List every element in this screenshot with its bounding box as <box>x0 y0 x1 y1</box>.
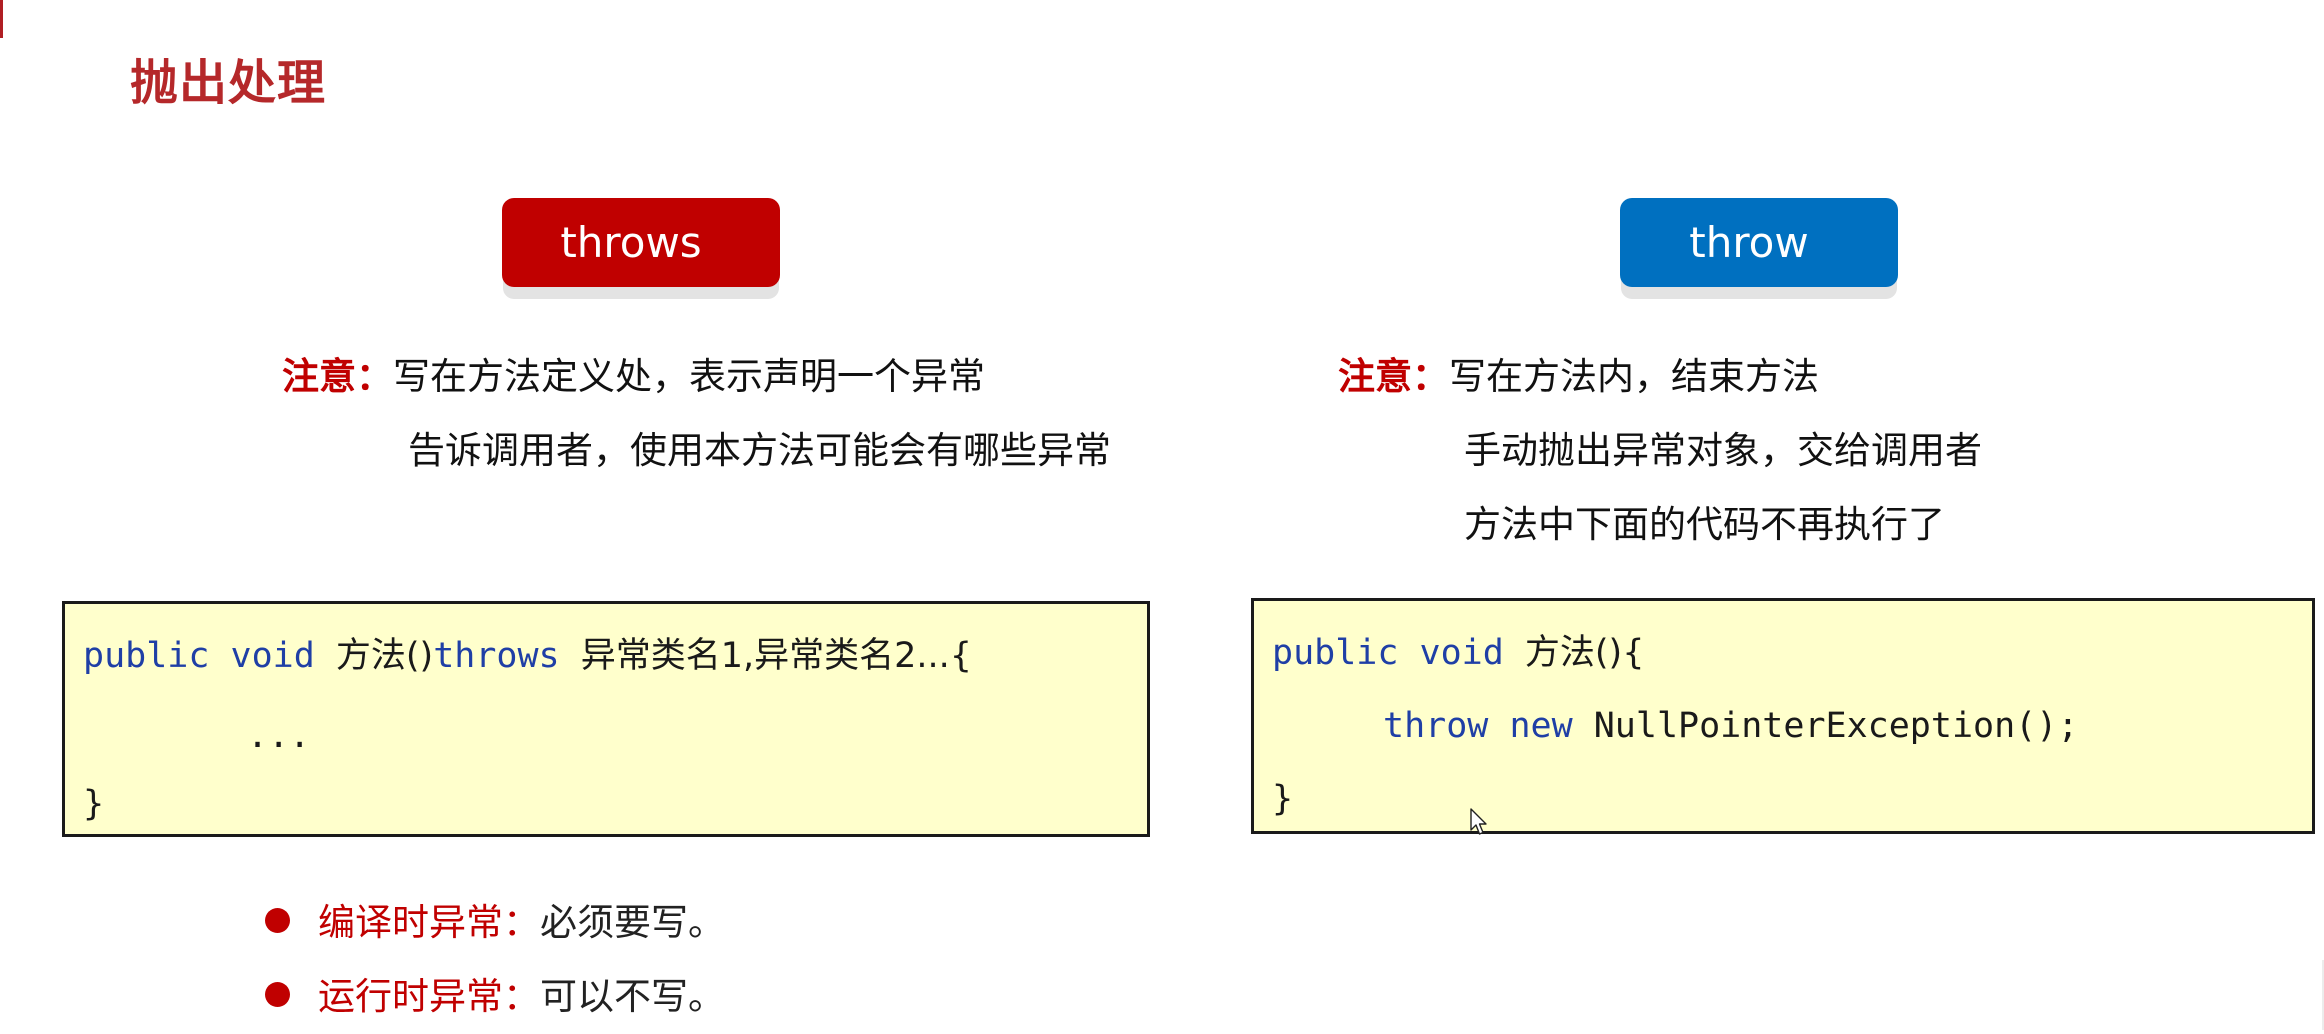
throw-tag-label: throw <box>1689 218 1809 267</box>
bullet-label-text: 运行时异常： <box>318 975 540 1018</box>
filled-circle-bullet-icon <box>265 908 290 933</box>
note-line: 注意：写在方法内，结束方法 <box>1338 340 1982 414</box>
throw-tag: throw <box>1620 198 1898 287</box>
code-text: 方法(){ <box>1524 633 1645 673</box>
code-line: ... <box>247 716 311 756</box>
code-keyword: throws <box>433 636 560 676</box>
note-line: 方法中下面的代码不再执行了 <box>1464 503 1945 546</box>
code-text: NullPointerException(); <box>1593 706 2079 746</box>
code-method-name: 方法() <box>335 636 434 676</box>
bullet-label: 运行时异常：可以不写。 <box>318 960 725 1034</box>
note-text: 写在方法内，结束方法 <box>1449 355 1819 398</box>
bullet-label: 编译时异常：必须要写。 <box>318 886 725 960</box>
throws-note: 注意：写在方法定义处，表示声明一个异常 告诉调用者，使用本方法可能会有哪些异常 <box>282 340 1111 488</box>
code-text: 异常类名1,异常类名2...{ <box>580 636 973 676</box>
code-line: throw new NullPointerException(); <box>1383 701 2078 751</box>
note-lead: 注意： <box>1338 355 1449 398</box>
note-line: 告诉调用者，使用本方法可能会有哪些异常 <box>408 429 1111 472</box>
code-keyword: new <box>1509 706 1573 746</box>
note-line: 手动抛出异常对象，交给调用者 <box>1464 429 1982 472</box>
code-keyword: void <box>230 636 315 676</box>
code-keyword: public <box>83 636 210 676</box>
bullet-label-text: 编译时异常： <box>318 901 540 944</box>
throw-note: 注意：写在方法内，结束方法 手动抛出异常对象，交给调用者 方法中下面的代码不再执… <box>1338 340 1982 562</box>
code-keyword: throw <box>1383 706 1489 746</box>
note-text: 写在方法定义处，表示声明一个异常 <box>393 355 985 398</box>
throws-tag: throws <box>502 198 780 287</box>
note-lead: 注意： <box>282 355 393 398</box>
code-line: } <box>1272 779 1294 819</box>
code-keyword: void <box>1419 633 1504 673</box>
mouse-pointer-icon <box>1470 808 1487 835</box>
code-line: } <box>83 784 105 824</box>
note-line: 注意：写在方法定义处，表示声明一个异常 <box>282 340 1111 414</box>
slide-title: 抛出处理 <box>130 55 327 111</box>
bullet-value: 必须要写。 <box>540 901 725 944</box>
corner-accent-bar <box>0 0 3 38</box>
throws-tag-label: throws <box>560 218 702 267</box>
code-line: public void 方法()throws 异常类名1,异常类名2...{ <box>83 631 972 681</box>
code-keyword: public <box>1272 633 1399 673</box>
throws-code-block: public void 方法()throws 异常类名1,异常类名2...{ .… <box>62 601 1150 837</box>
bullet-value: 可以不写。 <box>540 975 725 1018</box>
filled-circle-bullet-icon <box>265 982 290 1007</box>
code-line: public void 方法(){ <box>1272 628 1644 678</box>
throw-code-block: public void 方法(){ throw new NullPointerE… <box>1251 598 2315 834</box>
